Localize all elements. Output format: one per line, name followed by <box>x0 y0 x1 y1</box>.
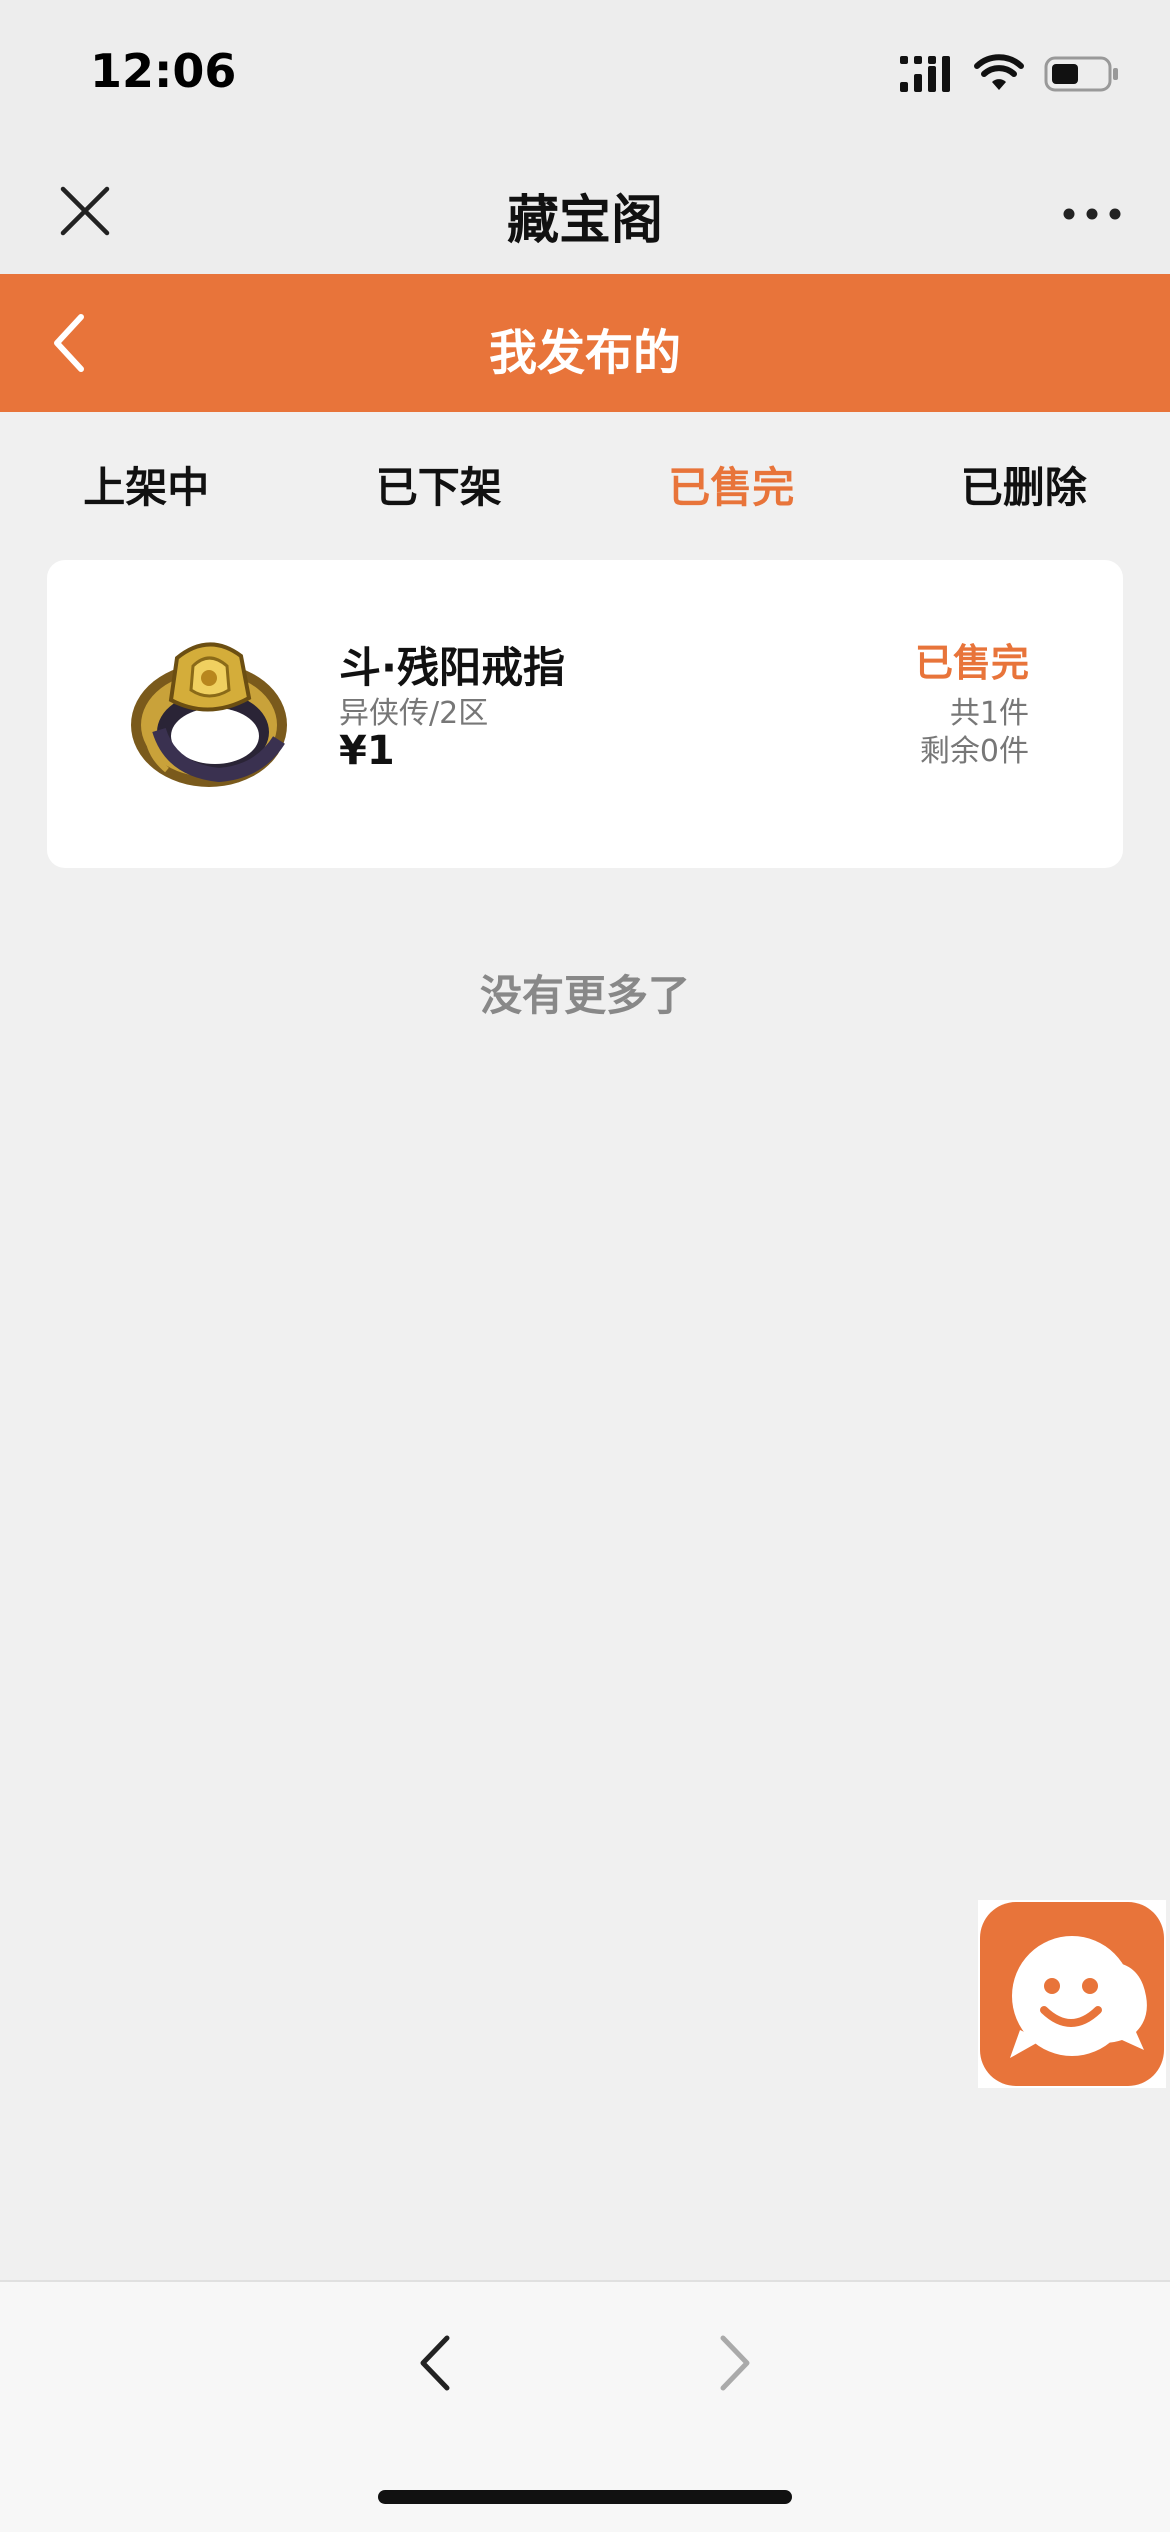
battery-icon <box>1044 56 1118 92</box>
item-card[interactable]: 斗·残阳戒指 异侠传/2区 ¥1 已售完 共1件 剩余0件 <box>47 560 1123 868</box>
item-server: 异侠传/2区 <box>339 696 489 731</box>
status-time: 12:06 <box>90 44 237 98</box>
ring-icon <box>131 642 287 787</box>
header-title: 我发布的 <box>488 325 681 381</box>
wifi-icon <box>974 54 1024 90</box>
section-header: 我发布的 <box>0 274 1170 412</box>
chat-button[interactable] <box>978 1900 1166 2088</box>
no-more-text: 没有更多了 <box>479 971 690 1020</box>
chat-button-bg <box>980 1902 1164 2086</box>
chat-icon <box>1010 1936 1147 2058</box>
title-bar: 藏宝阁 <box>0 150 1170 274</box>
item-remaining-count: 剩余0件 <box>919 734 1029 769</box>
more-icon <box>1063 208 1121 220</box>
tab-deleted[interactable]: 已删除 <box>894 454 1154 515</box>
page-title: 藏宝阁 <box>506 191 663 251</box>
item-status: 已售完 <box>914 641 1029 685</box>
nav-back-icon <box>420 2335 450 2391</box>
nav-forward-button[interactable] <box>700 2318 770 2408</box>
tab-on-sale[interactable]: 上架中 <box>16 454 276 515</box>
item-name: 斗·残阳戒指 <box>339 643 565 692</box>
nav-forward-icon <box>720 2335 750 2391</box>
more-button[interactable] <box>1052 184 1132 244</box>
signal-icon <box>900 56 950 92</box>
status-bar: 12:06 <box>0 0 1170 150</box>
item-price: ¥1 <box>339 728 395 774</box>
tab-sold-out[interactable]: 已售完 <box>601 454 861 515</box>
nav-back-button[interactable] <box>400 2318 470 2408</box>
home-indicator[interactable] <box>378 2490 792 2504</box>
status-icons <box>898 52 1120 96</box>
tab-bar: 上架中 已下架 已售完 已删除 <box>0 412 1170 560</box>
tab-delisted[interactable]: 已下架 <box>309 454 569 515</box>
